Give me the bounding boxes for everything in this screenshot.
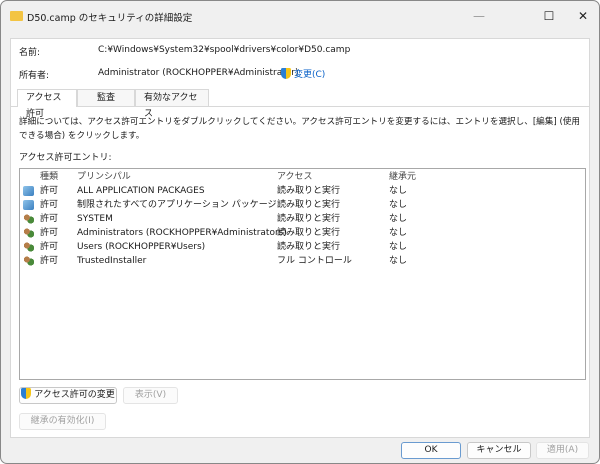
entry-inherited: なし <box>389 256 408 266</box>
column-header-principal[interactable]: プリンシパル <box>77 170 131 184</box>
title-bar: D50.camp のセキュリティの詳細設定 — ☐ ✕ <box>1 1 599 31</box>
entry-principal: TrustedInstaller <box>77 256 147 266</box>
entries-label: アクセス許可エントリ: <box>19 153 112 163</box>
folder-icon <box>10 11 23 21</box>
entry-access: 読み取りと実行 <box>277 228 341 238</box>
change-owner-link[interactable]: 変更(C) <box>281 67 325 80</box>
entry-principal: SYSTEM <box>77 214 113 224</box>
table-row[interactable]: 許可 TrustedInstaller フル コントロール なし <box>20 254 585 268</box>
view-button[interactable]: 表示(V) <box>123 387 178 404</box>
entry-principal: ALL APPLICATION PACKAGES <box>77 186 205 196</box>
package-icon <box>23 186 34 196</box>
table-row[interactable]: 許可 SYSTEM 読み取りと実行 なし <box>20 212 585 226</box>
tab-divider <box>11 106 589 107</box>
entry-principal: Administrators (ROCKHOPPER¥Administrator… <box>77 228 287 238</box>
uac-shield-icon <box>21 388 32 399</box>
table-row[interactable]: 許可 制限されたすべてのアプリケーション パッケージ 読み取りと実行 なし <box>20 198 585 212</box>
entry-type: 許可 <box>40 200 59 210</box>
entry-type: 許可 <box>40 186 59 196</box>
entry-type: 許可 <box>40 228 59 238</box>
name-value: C:¥Windows¥System32¥spool¥drivers¥color¥… <box>98 45 351 55</box>
maximize-button[interactable]: ☐ <box>534 6 564 26</box>
users-icon <box>23 214 34 224</box>
package-icon <box>23 200 34 210</box>
advanced-security-dialog: D50.camp のセキュリティの詳細設定 — ☐ ✕ 名前: C:¥Windo… <box>0 0 600 464</box>
name-label: 名前: <box>19 48 41 58</box>
entry-access: 読み取りと実行 <box>277 186 341 196</box>
ok-button[interactable]: OK <box>401 442 461 459</box>
entry-type: 許可 <box>40 242 59 252</box>
change-owner-label: 変更(C) <box>294 70 326 80</box>
users-icon <box>23 242 34 252</box>
entry-access: 読み取りと実行 <box>277 214 341 224</box>
window-title: D50.camp のセキュリティの詳細設定 <box>27 13 193 24</box>
entry-principal: 制限されたすべてのアプリケーション パッケージ <box>77 200 277 210</box>
entry-inherited: なし <box>389 214 408 224</box>
cancel-button[interactable]: キャンセル <box>467 442 531 459</box>
column-header-access[interactable]: アクセス <box>277 170 313 184</box>
table-row[interactable]: 許可 Administrators (ROCKHOPPER¥Administra… <box>20 226 585 240</box>
entry-access: フル コントロール <box>277 256 352 266</box>
minimize-button[interactable]: — <box>464 6 494 26</box>
table-row[interactable]: 許可 Users (ROCKHOPPER¥Users) 読み取りと実行 なし <box>20 240 585 254</box>
list-header: 種類 プリンシパル アクセス 継承元 <box>20 170 585 184</box>
entry-type: 許可 <box>40 214 59 224</box>
uac-shield-icon <box>281 68 291 79</box>
description-text: 詳細については、アクセス許可エントリをダブルクリックしてください。アクセス許可エ… <box>19 117 580 141</box>
entry-access: 読み取りと実行 <box>277 242 341 252</box>
permission-entries-list[interactable]: 種類 プリンシパル アクセス 継承元 許可 ALL APPLICATION PA… <box>19 168 586 380</box>
entry-principal: Users (ROCKHOPPER¥Users) <box>77 242 206 252</box>
users-icon <box>23 228 34 238</box>
apply-button[interactable]: 適用(A) <box>536 442 589 459</box>
entry-inherited: なし <box>389 242 408 252</box>
tab-auditing[interactable]: 監査 <box>77 89 135 106</box>
column-header-inherited[interactable]: 継承元 <box>389 170 416 184</box>
content-panel: 名前: C:¥Windows¥System32¥spool¥drivers¥co… <box>10 38 590 438</box>
enable-inheritance-button[interactable]: 継承の有効化(I) <box>19 413 106 430</box>
change-permissions-label: アクセス許可の変更 <box>34 390 115 400</box>
close-button[interactable]: ✕ <box>568 6 598 26</box>
table-row[interactable]: 許可 ALL APPLICATION PACKAGES 読み取りと実行 なし <box>20 184 585 198</box>
tab-permissions[interactable]: アクセス許可 <box>17 89 77 119</box>
entry-inherited: なし <box>389 200 408 210</box>
entry-access: 読み取りと実行 <box>277 200 341 210</box>
owner-value: Administrator (ROCKHOPPER¥Administrator) <box>98 68 299 78</box>
column-header-type[interactable]: 種類 <box>40 170 58 184</box>
tab-effective-access[interactable]: 有効なアクセス <box>135 89 209 119</box>
entry-type: 許可 <box>40 256 59 266</box>
owner-label: 所有者: <box>19 71 50 81</box>
entry-inherited: なし <box>389 186 408 196</box>
users-icon <box>23 256 34 266</box>
entry-inherited: なし <box>389 228 408 238</box>
change-permissions-button[interactable]: アクセス許可の変更 <box>19 387 117 404</box>
